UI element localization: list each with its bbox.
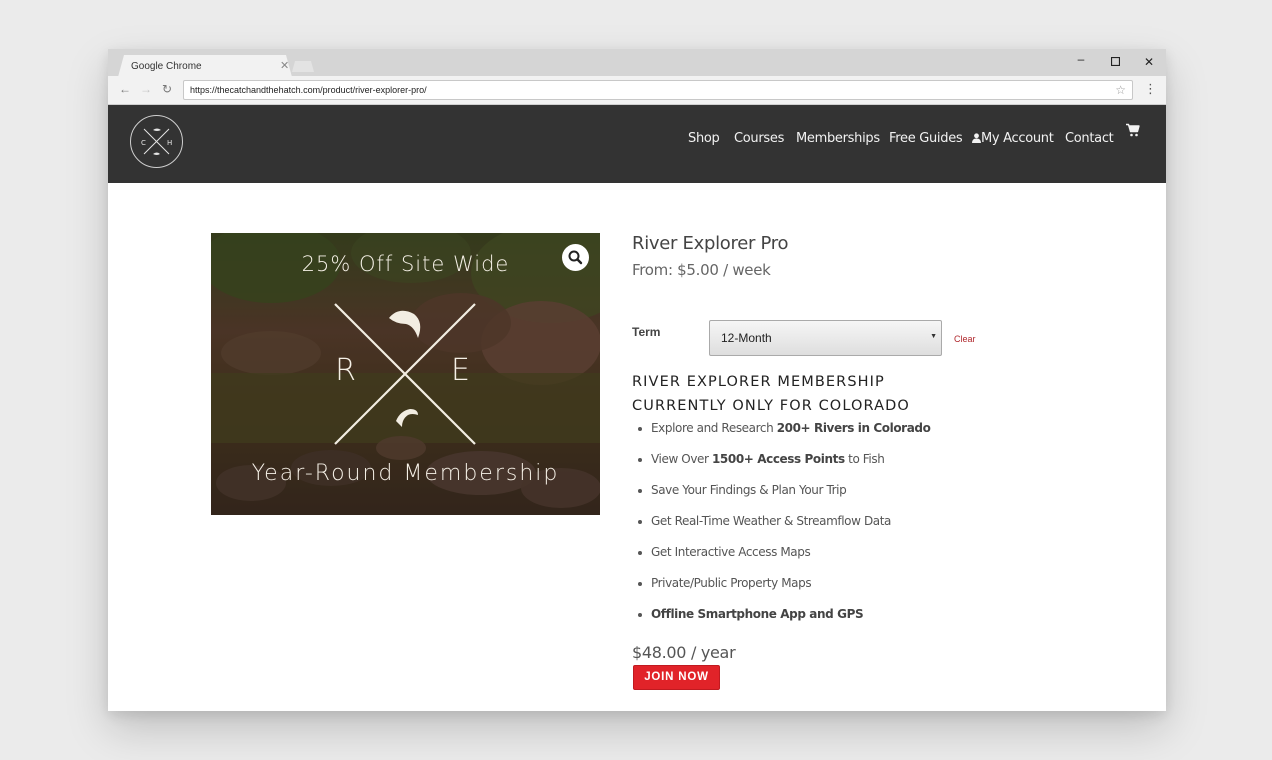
image-letter-e: E	[451, 353, 470, 388]
membership-heading: RIVER EXPLORER MEMBERSHIP CURRENTLY ONLY…	[632, 370, 910, 418]
join-now-button[interactable]: JOIN NOW	[633, 665, 720, 690]
close-window-icon[interactable]: ✕	[1142, 55, 1156, 69]
nav-courses[interactable]: Courses	[734, 131, 784, 146]
image-promo-text: 25% Off Site Wide	[301, 252, 510, 276]
new-tab-button[interactable]	[292, 61, 314, 72]
site-logo[interactable]: C H	[130, 115, 183, 168]
nav-free-guides[interactable]: Free Guides	[889, 131, 963, 146]
back-icon[interactable]: ←	[119, 82, 131, 96]
browser-toolbar: ← → ↻ https://thecatchandthehatch.com/pr…	[108, 76, 1166, 105]
url-text: https://thecatchandthehatch.com/product/…	[190, 85, 427, 95]
minimize-icon[interactable]: –	[1074, 52, 1088, 66]
magnifier-icon	[568, 250, 583, 265]
bookmark-star-icon[interactable]: ☆	[1115, 83, 1126, 97]
clear-link[interactable]: Clear	[954, 334, 976, 344]
membership-heading-line2: CURRENTLY ONLY FOR COLORADO	[632, 398, 910, 414]
product-title: River Explorer Pro	[632, 233, 789, 254]
user-icon	[972, 133, 981, 143]
site-header: C H Shop Courses Memberships Free Guides…	[108, 105, 1166, 183]
select-arrow-icon: ▼	[930, 333, 937, 340]
maximize-icon[interactable]	[1108, 55, 1122, 69]
logo-emblem-icon: C H	[141, 128, 172, 155]
cart-icon[interactable]	[1126, 123, 1140, 142]
price-per-year: $48.00 / year	[632, 643, 736, 662]
nav-memberships[interactable]: Memberships	[796, 131, 880, 146]
svg-text:H: H	[167, 139, 172, 147]
price-from: From: $5.00 / week	[632, 261, 771, 279]
membership-heading-line1: RIVER EXPLORER MEMBERSHIP	[632, 374, 885, 390]
nav-shop[interactable]: Shop	[688, 131, 720, 146]
svg-text:C: C	[141, 139, 146, 147]
forward-icon[interactable]: →	[140, 82, 152, 96]
term-select-value: 12-Month	[721, 331, 772, 345]
nav-contact[interactable]: Contact	[1065, 131, 1114, 146]
tab-close-icon[interactable]: ✕	[280, 59, 289, 72]
term-select[interactable]: 12-Month ▼	[709, 320, 942, 356]
nav-my-account-label: My Account	[981, 131, 1054, 146]
address-bar[interactable]: https://thecatchandthehatch.com/product/…	[183, 80, 1133, 100]
product-image[interactable]: 25% Off Site Wide R E Year-Round Members…	[211, 233, 600, 515]
nav-my-account[interactable]: My Account	[972, 131, 1054, 146]
zoom-button[interactable]	[562, 244, 589, 271]
browser-window: Google Chrome ✕ – ✕ ← → ↻ https://thecat…	[108, 49, 1166, 711]
tab-strip: Google Chrome ✕ – ✕	[108, 49, 1166, 77]
image-membership-text: Year-Round Membership	[251, 461, 560, 486]
browser-menu-icon[interactable]: ⋮	[1144, 81, 1157, 97]
browser-tab[interactable]: Google Chrome ✕	[118, 55, 292, 77]
tab-title: Google Chrome	[131, 61, 202, 72]
reload-icon[interactable]: ↻	[162, 82, 172, 96]
term-label: Term	[632, 325, 661, 339]
